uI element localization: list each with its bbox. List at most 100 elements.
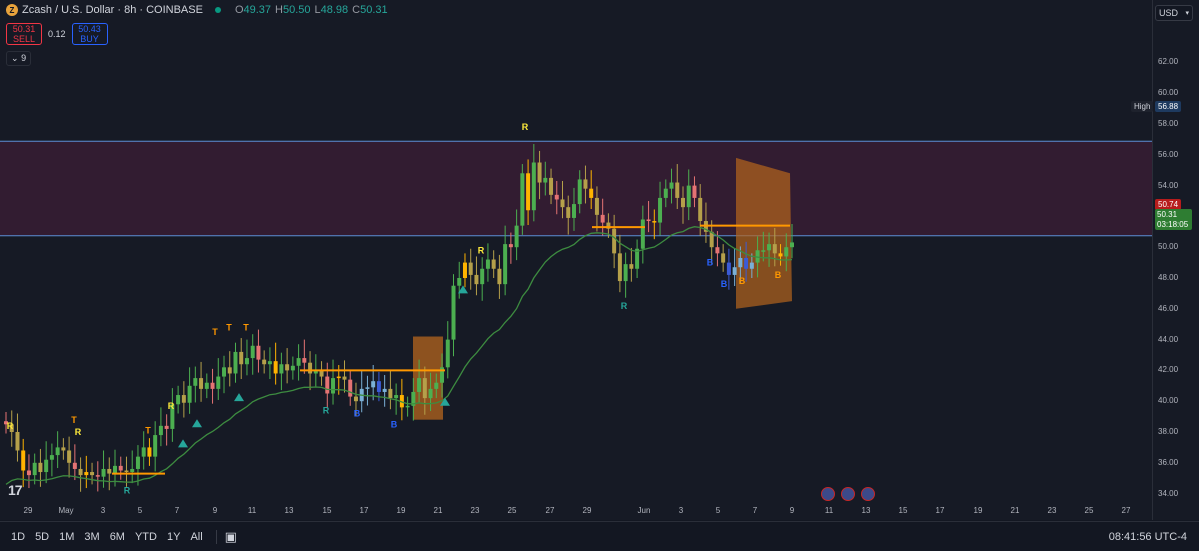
candle-body (302, 358, 307, 363)
signal-label: B (391, 419, 398, 429)
candle-body (290, 365, 295, 371)
candle-body (503, 244, 508, 285)
candle-body (594, 197, 599, 215)
candle-body (485, 259, 490, 269)
candle-body (761, 250, 766, 252)
candle-body (468, 262, 473, 275)
range-button-1d[interactable]: 1D (11, 531, 25, 543)
range-button-ytd[interactable]: YTD (135, 531, 157, 543)
time-axis-label: 9 (789, 506, 795, 515)
candle-body (124, 470, 129, 473)
indicators-toggle-button[interactable]: ⌄ 9 (6, 51, 32, 66)
time-axis-label: 11 (824, 506, 834, 515)
candle-body (715, 247, 720, 254)
range-button-3m[interactable]: 3M (84, 531, 99, 543)
candle-body (514, 225, 519, 248)
candle-body (204, 382, 209, 389)
signal-label: B (707, 258, 714, 268)
symbol-title[interactable]: Zcash / U.S. Dollar · 8h · COINBASE (22, 4, 203, 16)
price-axis-label: 54.00 (1158, 180, 1179, 190)
candle-body (680, 197, 685, 208)
currency-select[interactable]: USD ▾ (1155, 5, 1193, 21)
candle-body (732, 267, 737, 275)
candle-body (566, 207, 571, 218)
time-axis-label: 11 (247, 506, 257, 515)
candle-body (480, 268, 485, 285)
candle-body (571, 204, 576, 218)
signal-label: T (212, 327, 218, 337)
price-axis-label: 50.00 (1158, 242, 1179, 252)
open-value: 49.37 (243, 4, 272, 16)
time-axis-label: 3 (678, 506, 684, 515)
clock-display[interactable]: 08:41:56 UTC-4 (1109, 531, 1187, 543)
last-price-tag: 50.31 03:18:05 (1155, 209, 1192, 230)
range-button-1y[interactable]: 1Y (167, 531, 180, 543)
candle-body (256, 345, 261, 360)
us-flag-event-icon[interactable] (841, 487, 855, 501)
candle-body (336, 376, 341, 379)
candle-body (554, 194, 559, 200)
candle-body (181, 395, 186, 403)
time-axis-label: 3 (100, 506, 106, 515)
time-axis-label: 23 (470, 506, 480, 515)
time-axis-label: 9 (212, 506, 218, 515)
time-axis-label: 29 (23, 506, 33, 515)
bottom-toolbar: 1D 5D 1M 3M 6M YTD 1Y All ▣ 08:41:56 UTC-4 (0, 521, 1199, 551)
signal-label: R (75, 427, 82, 437)
chart-plot[interactable]: RTR TRT T TRRRR BBRBB BB (0, 0, 1152, 520)
candle-body (640, 219, 645, 249)
range-button-5d[interactable]: 5D (35, 531, 49, 543)
candle-body (474, 274, 479, 285)
buy-signal-triangle (178, 439, 188, 448)
candle-body (107, 468, 112, 474)
time-axis-label: 13 (861, 506, 871, 515)
signal-label: B (354, 409, 361, 419)
candle-body (239, 351, 244, 365)
time-axis-label: Jun (637, 506, 651, 515)
candle-body (153, 435, 158, 457)
signal-label: T (71, 415, 77, 425)
resistance-zone (0, 141, 1152, 236)
us-flag-event-icon[interactable] (861, 487, 875, 501)
chart-canvas[interactable]: RTRTRTTTRRRRBBRBBBB (0, 0, 1152, 520)
candle-body (101, 468, 106, 477)
tradingview-logo-icon[interactable]: 17 (8, 482, 23, 498)
candle-body (233, 351, 238, 374)
range-button-all[interactable]: All (190, 531, 202, 543)
candle-body (267, 361, 272, 365)
projection-box (413, 336, 443, 420)
price-axis[interactable] (1152, 0, 1199, 520)
calendar-icon[interactable]: ▣ (225, 529, 237, 545)
open-key: O (234, 4, 244, 16)
candle-body (371, 381, 376, 388)
candle-body (84, 472, 89, 476)
candle-body (308, 362, 313, 374)
candle-body (78, 468, 83, 476)
candle-body (61, 447, 66, 451)
time-axis-label: 23 (1047, 506, 1057, 515)
candle-body (342, 376, 347, 380)
candle-body (583, 179, 588, 189)
buy-price: 50.43 (78, 24, 101, 34)
candle-body (520, 173, 525, 226)
price-axis-label: 56.00 (1158, 149, 1179, 159)
candle-body (675, 182, 680, 198)
us-flag-event-icon[interactable] (821, 487, 835, 501)
range-button-6m[interactable]: 6M (110, 531, 125, 543)
candle-body (376, 381, 381, 392)
candle-body (394, 395, 399, 399)
time-axis-label: 5 (137, 506, 143, 515)
high-key: H (275, 4, 283, 16)
chevron-down-icon: ▾ (1185, 10, 1189, 17)
candle-body (210, 382, 215, 389)
indicators-count: 9 (21, 53, 27, 63)
buy-button[interactable]: 50.43 BUY (71, 23, 108, 45)
candle-body (90, 472, 95, 476)
candle-body (749, 262, 754, 269)
price-axis-label: 60.00 (1158, 88, 1179, 98)
candle-body (382, 388, 387, 392)
sell-button[interactable]: 50.31 SELL (6, 23, 42, 45)
range-button-1m[interactable]: 1M (59, 531, 74, 543)
price-axis-label: 62.00 (1158, 57, 1179, 67)
price-axis-label: 42.00 (1158, 365, 1179, 375)
